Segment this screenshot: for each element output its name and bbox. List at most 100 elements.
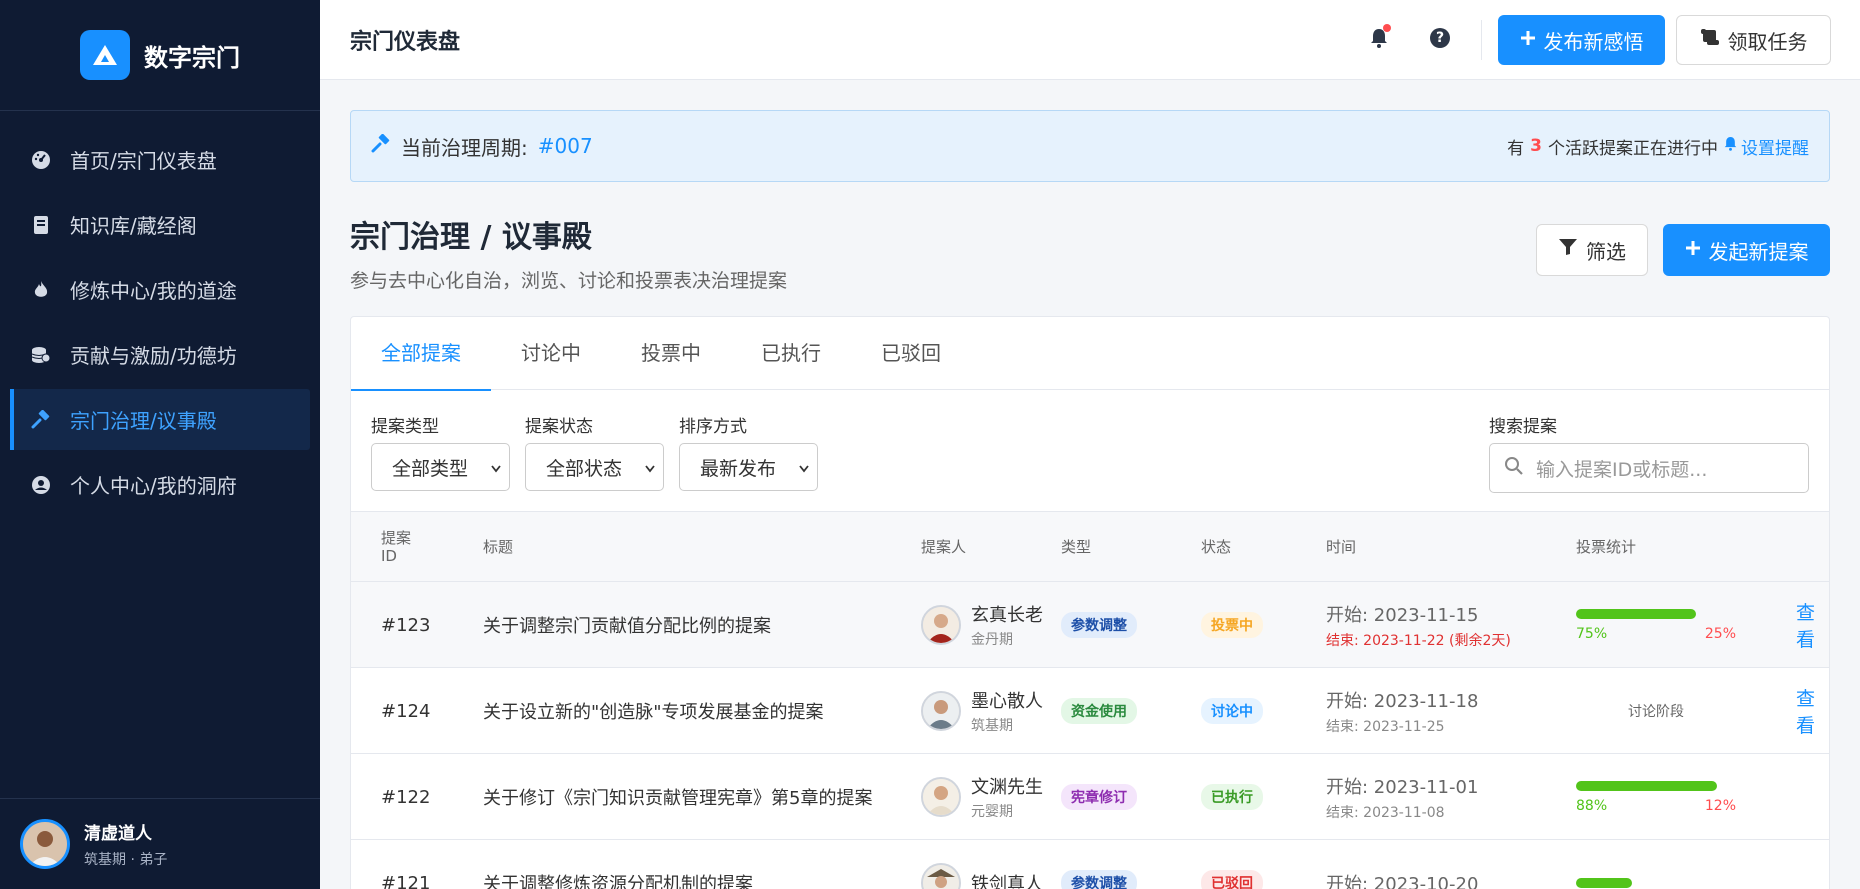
discussion-phase: 讨论阶段 <box>1628 704 1684 720</box>
help-icon[interactable]: ? <box>1430 28 1450 48</box>
proposals-card: 全部提案 讨论中 投票中 已执行 已驳回 提案类型 全部类型 提案状态 全部状态… <box>350 316 1830 889</box>
th-status: 状态 <box>1201 538 1232 556</box>
vote-yes: 88% <box>1576 797 1608 814</box>
status-badge: 讨论中 <box>1201 698 1263 724</box>
vote-progress-bar <box>1576 878 1632 888</box>
set-reminder-link[interactable]: 设置提醒 <box>1724 134 1809 159</box>
table-row[interactable]: #124 关于设立新的"创造脉"专项发展基金的提案 墨心散人 筑基期 资金使用 … <box>351 668 1829 754</box>
chevron-down-icon <box>799 456 809 478</box>
end-time: 结束: 2023-11-22 (剩余2天) <box>1326 632 1511 649</box>
status-select[interactable]: 全部状态 <box>525 443 664 491</box>
governance-notice: 当前治理周期: #007 有 3 个活跃提案正在进行中 设置提醒 <box>350 110 1830 182</box>
status-cell: 投票中 <box>1201 582 1263 668</box>
type-select-value: 全部类型 <box>392 457 469 480</box>
coins-icon <box>30 344 52 366</box>
table-row[interactable]: #122 关于修订《宗门知识贡献管理宪章》第5章的提案 文渊先生 元婴期 宪章修… <box>351 754 1829 840</box>
proposer-name: 玄真长老 <box>971 605 1043 626</box>
filter-label: 筛选 <box>1586 241 1626 264</box>
scroll-icon <box>1700 28 1720 52</box>
proposal-id: #121 <box>381 872 431 889</box>
cycle-value: #007 <box>537 134 593 158</box>
bell-icon[interactable] <box>1370 24 1391 52</box>
brand[interactable]: 数字宗门 <box>0 0 320 111</box>
sidebar-item-profile[interactable]: 个人中心/我的洞府 <box>10 454 310 515</box>
claim-task-label: 领取任务 <box>1727 31 1808 54</box>
sort-filter-label: 排序方式 <box>679 417 747 437</box>
avatar <box>921 863 961 889</box>
time-cell: 开始: 2023-10-20 <box>1326 840 1478 889</box>
proposer-name: 文渊先生 <box>971 777 1043 798</box>
status-badge: 投票中 <box>1201 612 1263 638</box>
proposal-title[interactable]: 关于调整修炼资源分配机制的提案 <box>483 840 753 889</box>
vote-yes: 75% <box>1576 625 1608 642</box>
page-heading: 宗门治理 / 议事殿 参与去中心化自治，浏览、讨论和投票表决治理提案 <box>350 212 787 293</box>
sort-select-value: 最新发布 <box>700 457 777 480</box>
type-select[interactable]: 全部类型 <box>371 443 510 491</box>
new-proposal-button[interactable]: 发起新提案 <box>1663 224 1830 276</box>
proposal-id: #123 <box>381 614 431 636</box>
vote-stats: 88% 12% <box>1576 754 1736 840</box>
sidebar-item-governance[interactable]: 宗门治理/议事殿 <box>10 389 310 450</box>
proposal-title[interactable]: 关于修订《宗门知识贡献管理宪章》第5章的提案 <box>483 754 872 840</box>
status-badge: 已执行 <box>1201 784 1263 810</box>
proposal-title[interactable]: 关于调整宗门贡献值分配比例的提案 <box>483 582 771 668</box>
proposer-rank: 筑基期 <box>971 718 1013 734</box>
status-badge: 已驳回 <box>1201 870 1263 889</box>
gavel-icon <box>371 133 391 159</box>
user-panel[interactable]: 清虚道人 筑基期 · 弟子 <box>0 798 320 889</box>
vote-stats: 75% 25% <box>1576 582 1736 668</box>
proposal-id: #122 <box>381 786 431 808</box>
start-time: 开始: 2023-11-15 <box>1326 604 1479 626</box>
type-badge: 资金使用 <box>1061 698 1137 724</box>
proposer: 铁剑真人 <box>921 840 1043 889</box>
set-reminder-label: 设置提醒 <box>1741 138 1809 159</box>
sidebar-item-cultivation[interactable]: 修炼中心/我的道途 <box>10 259 310 320</box>
proposer: 墨心散人 筑基期 <box>921 668 1043 754</box>
proposer-name: 墨心散人 <box>971 691 1043 712</box>
vote-stats <box>1576 840 1736 889</box>
chevron-down-icon <box>645 456 655 478</box>
sidebar-item-library[interactable]: 知识库/藏经阁 <box>10 194 310 255</box>
active-prefix: 有 <box>1507 138 1525 159</box>
status-select-value: 全部状态 <box>546 457 623 480</box>
sidebar-item-label: 贡献与激励/功德坊 <box>70 344 237 368</box>
view-link[interactable]: 查看 <box>1796 668 1829 754</box>
sidebar-item-contribution[interactable]: 贡献与激励/功德坊 <box>10 324 310 385</box>
sidebar-item-label: 宗门治理/议事殿 <box>70 409 217 433</box>
proposal-title[interactable]: 关于设立新的"创造脉"专项发展基金的提案 <box>483 668 824 754</box>
type-cell: 参数调整 <box>1061 840 1137 889</box>
claim-task-button[interactable]: 领取任务 <box>1676 15 1831 65</box>
time-cell: 开始: 2023-11-18 结束: 2023-11-25 <box>1326 668 1478 754</box>
table-row[interactable]: #123 关于调整宗门贡献值分配比例的提案 玄真长老 金丹期 参数调整 投票中 … <box>351 582 1829 668</box>
filter-button[interactable]: 筛选 <box>1536 224 1648 276</box>
sidebar-item-dashboard[interactable]: 首页/宗门仪表盘 <box>10 129 310 190</box>
th-votes: 投票统计 <box>1576 538 1637 556</box>
tab-all[interactable]: 全部提案 <box>351 317 491 391</box>
top-bar: 宗门仪表盘 ? 发布新感悟 领取任务 <box>320 0 1860 80</box>
user-circle-icon <box>30 474 52 496</box>
type-badge: 参数调整 <box>1061 612 1137 638</box>
start-time: 开始: 2023-10-20 <box>1326 874 1479 889</box>
sort-select[interactable]: 最新发布 <box>679 443 818 491</box>
bell-icon <box>1724 136 1737 156</box>
tab-discussing[interactable]: 讨论中 <box>491 317 611 390</box>
search-input[interactable]: 输入提案ID或标题... <box>1489 443 1809 493</box>
tab-rejected[interactable]: 已驳回 <box>851 317 971 390</box>
avatar <box>921 777 961 817</box>
proposal-id: #124 <box>381 700 431 722</box>
table-row[interactable]: #121 关于调整修炼资源分配机制的提案 铁剑真人 参数调整 已驳回 开始: 2… <box>351 840 1829 889</box>
vote-progress-bar <box>1576 780 1717 791</box>
dashboard-icon <box>30 149 52 171</box>
view-link[interactable]: 查看 <box>1796 582 1829 668</box>
th-time: 时间 <box>1326 538 1357 556</box>
proposer-rank: 金丹期 <box>971 632 1013 648</box>
tab-voting[interactable]: 投票中 <box>611 317 731 390</box>
publish-insight-button[interactable]: 发布新感悟 <box>1498 15 1665 65</box>
end-time: 结束: 2023-11-08 <box>1326 804 1445 821</box>
active-count: 3 <box>1530 136 1542 156</box>
avatar <box>921 605 961 645</box>
gavel-icon <box>30 409 52 431</box>
proposer-name: 铁剑真人 <box>971 874 1043 889</box>
tab-executed[interactable]: 已执行 <box>731 317 851 390</box>
th-proposer: 提案人 <box>921 538 967 556</box>
